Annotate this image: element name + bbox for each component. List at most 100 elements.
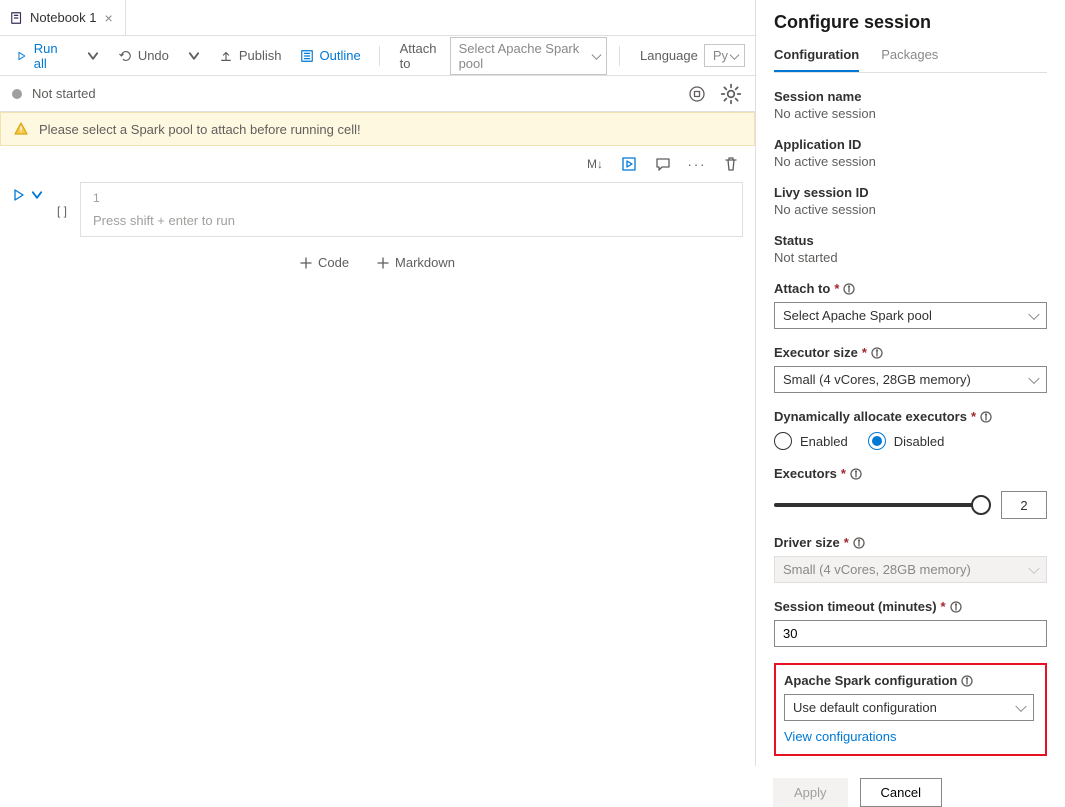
outline-icon — [300, 49, 314, 63]
attach-to-field-label: Attach to* — [774, 281, 1047, 296]
session-name-value: No active session — [774, 106, 1047, 121]
session-name-label: Session name — [774, 89, 1047, 104]
outline-button[interactable]: Outline — [294, 44, 367, 67]
info-icon — [843, 283, 855, 295]
executors-count[interactable]: 2 — [1001, 491, 1047, 519]
cell-placeholder: Press shift + enter to run — [93, 213, 730, 228]
undo-icon — [118, 49, 132, 63]
panel-title: Configure session — [774, 12, 1047, 33]
livy-session-label: Livy session ID — [774, 185, 1047, 200]
apply-button: Apply — [773, 778, 848, 807]
add-cell-row: Code Markdown — [0, 243, 755, 282]
attach-to-select[interactable]: Select Apache Spark pool — [450, 37, 608, 75]
status-label: Status — [774, 233, 1047, 248]
status-bar: Not started — [0, 76, 755, 112]
play-icon — [16, 49, 28, 63]
outline-label: Outline — [320, 48, 361, 63]
driver-size-dropdown: Small (4 vCores, 28GB memory) — [774, 556, 1047, 583]
info-icon — [853, 537, 865, 549]
stop-session-button[interactable] — [685, 82, 709, 106]
cell-delete-button[interactable] — [719, 152, 743, 176]
notebook-icon — [10, 11, 24, 25]
executors-label: Executors* — [774, 466, 1047, 481]
panel-footer: Apply Cancel — [755, 766, 1065, 807]
spark-config-dropdown[interactable]: Use default configuration — [784, 694, 1034, 721]
radio-enabled[interactable]: Enabled — [774, 432, 848, 450]
cell-run-button[interactable] — [617, 152, 641, 176]
tab-configuration[interactable]: Configuration — [774, 47, 859, 72]
info-icon — [961, 675, 973, 687]
driver-size-label: Driver size* — [774, 535, 1047, 550]
info-icon — [980, 411, 992, 423]
run-all-label: Run all — [34, 41, 68, 71]
panel-tabs: Configuration Packages — [774, 47, 1047, 73]
cell-comment-button[interactable] — [651, 152, 675, 176]
plus-icon — [300, 257, 312, 269]
cell-more-button[interactable]: ··· — [685, 152, 709, 176]
session-timeout-input[interactable] — [774, 620, 1047, 647]
tab-packages[interactable]: Packages — [881, 47, 938, 72]
language-select[interactable]: Py — [704, 44, 745, 67]
publish-button[interactable]: Publish — [213, 44, 288, 67]
warning-banner: Please select a Spark pool to attach bef… — [0, 112, 755, 146]
cell-play-chevron[interactable] — [30, 188, 44, 205]
driver-size-value: Small (4 vCores, 28GB memory) — [783, 562, 971, 577]
publish-label: Publish — [239, 48, 282, 63]
spark-config-value: Use default configuration — [793, 700, 937, 715]
executor-size-dropdown[interactable]: Small (4 vCores, 28GB memory) — [774, 366, 1047, 393]
status-value: Not started — [774, 250, 1047, 265]
attach-to-dropdown-value: Select Apache Spark pool — [783, 308, 932, 323]
cell-row: [ ] 1 Press shift + enter to run — [0, 176, 755, 243]
run-all-button[interactable]: Run all — [10, 37, 74, 75]
add-markdown-button[interactable]: Markdown — [377, 255, 455, 270]
tab-title: Notebook 1 — [30, 10, 97, 25]
attach-to-dropdown[interactable]: Select Apache Spark pool — [774, 302, 1047, 329]
publish-icon — [219, 49, 233, 63]
radio-disabled[interactable]: Disabled — [868, 432, 945, 450]
executor-size-value: Small (4 vCores, 28GB memory) — [783, 372, 971, 387]
add-code-button[interactable]: Code — [300, 255, 349, 270]
close-icon[interactable]: × — [103, 10, 115, 26]
session-timeout-label: Session timeout (minutes)* — [774, 599, 1047, 614]
cancel-button[interactable]: Cancel — [860, 778, 942, 807]
info-icon — [950, 601, 962, 613]
cell-exec-bracket: [ ] — [52, 182, 72, 218]
undo-chevron[interactable] — [181, 45, 207, 67]
application-id-label: Application ID — [774, 137, 1047, 152]
attach-to-value: Select Apache Spark pool — [459, 41, 580, 71]
cell-toolbar: M↓ ··· — [0, 146, 755, 176]
add-code-label: Code — [318, 255, 349, 270]
tab-bar: Notebook 1 × — [0, 0, 755, 36]
run-all-chevron[interactable] — [80, 45, 106, 67]
spark-config-highlight: Apache Spark configuration Use default c… — [774, 663, 1047, 756]
view-configs-link[interactable]: View configurations — [784, 729, 897, 744]
settings-button[interactable] — [719, 82, 743, 106]
status-text: Not started — [32, 86, 96, 101]
code-cell[interactable]: 1 Press shift + enter to run — [80, 182, 743, 237]
separator — [379, 46, 380, 66]
status-dot-icon — [12, 89, 22, 99]
cell-play-button[interactable] — [12, 188, 26, 205]
executors-slider[interactable] — [774, 503, 989, 507]
livy-session-value: No active session — [774, 202, 1047, 217]
radio-disabled-label: Disabled — [894, 434, 945, 449]
add-markdown-label: Markdown — [395, 255, 455, 270]
undo-button[interactable]: Undo — [112, 44, 175, 67]
undo-label: Undo — [138, 48, 169, 63]
plus-icon — [377, 257, 389, 269]
notebook-tab[interactable]: Notebook 1 × — [0, 0, 126, 35]
separator — [619, 46, 620, 66]
configure-session-panel: Configure session Configuration Packages… — [755, 0, 1065, 807]
info-icon — [850, 468, 862, 480]
info-icon — [871, 347, 883, 359]
markdown-toggle-button[interactable]: M↓ — [583, 152, 607, 176]
spark-config-label: Apache Spark configuration — [784, 673, 1037, 688]
attach-to-label: Attach to — [400, 41, 444, 71]
dynamic-executors-label: Dynamically allocate executors* — [774, 409, 1047, 424]
toolbar: Run all Undo Publish Outline Attach to S… — [0, 36, 755, 76]
language-value: Py — [713, 48, 728, 63]
application-id-value: No active session — [774, 154, 1047, 169]
executor-size-label: Executor size* — [774, 345, 1047, 360]
banner-text: Please select a Spark pool to attach bef… — [39, 122, 361, 137]
radio-enabled-label: Enabled — [800, 434, 848, 449]
